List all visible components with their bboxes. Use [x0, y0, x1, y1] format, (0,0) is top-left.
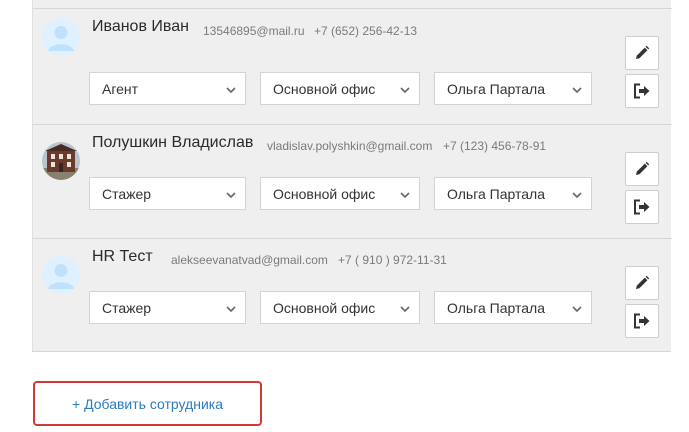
chevron-down-icon — [399, 188, 411, 204]
employee-phone: +7 ( 910 ) 972-11-31 — [338, 253, 447, 267]
role-select-value: Стажер — [102, 186, 152, 202]
role-select-value: Агент — [102, 81, 139, 97]
chevron-down-icon — [225, 302, 237, 318]
role-select[interactable]: Стажер — [89, 291, 246, 324]
office-select[interactable]: Основной офис — [260, 72, 420, 105]
chevron-down-icon — [571, 188, 583, 204]
employee-name: HR Тест — [92, 248, 153, 265]
role-select[interactable]: Стажер — [89, 177, 246, 210]
sign-out-icon — [634, 313, 650, 329]
office-select-value: Основной офис — [273, 186, 376, 202]
pencil-icon — [636, 161, 650, 175]
manager-select-value: Ольга Партала — [447, 300, 545, 316]
chevron-down-icon — [399, 302, 411, 318]
sign-out-icon — [634, 83, 650, 99]
office-select[interactable]: Основной офис — [260, 291, 420, 324]
employee-row: Иванов Иван 13546895@mail.ru +7 (652) 25… — [33, 0, 672, 110]
chevron-down-icon — [225, 83, 237, 99]
manager-select[interactable]: Ольга Партала — [434, 72, 592, 105]
sign-out-icon — [634, 199, 650, 215]
edit-button[interactable] — [625, 152, 659, 186]
chevron-down-icon — [225, 188, 237, 204]
avatar-placeholder-icon — [42, 256, 80, 294]
employee-email: 13546895@mail.ru — [203, 24, 305, 38]
add-employee-button[interactable]: + Добавить сотрудника — [33, 381, 262, 426]
employee-list: Иванов Иван 13546895@mail.ru +7 (652) 25… — [32, 0, 672, 352]
employee-name: Иванов Иван — [92, 18, 189, 35]
edit-button[interactable] — [625, 266, 659, 300]
manager-select-value: Ольга Партала — [447, 81, 545, 97]
dismiss-employee-button[interactable] — [625, 74, 659, 108]
office-select-value: Основной офис — [273, 81, 376, 97]
role-select-value: Стажер — [102, 300, 152, 316]
role-select[interactable]: Агент — [89, 72, 246, 105]
dismiss-employee-button[interactable] — [625, 190, 659, 224]
avatar-photo — [42, 142, 80, 180]
pencil-icon — [636, 275, 650, 289]
employee-name: Полушкин Владислав — [92, 134, 254, 151]
dismiss-employee-button[interactable] — [625, 304, 659, 338]
manager-select[interactable]: Ольга Партала — [434, 291, 592, 324]
employee-row: HR Тест alekseevanatvad@gmail.com +7 ( 9… — [33, 238, 672, 352]
chevron-down-icon — [571, 83, 583, 99]
employee-phone: +7 (652) 256-42-13 — [314, 24, 418, 38]
office-select-value: Основной офис — [273, 300, 376, 316]
edit-button[interactable] — [625, 36, 659, 70]
employee-phone: +7 (123) 456-78-91 — [443, 139, 547, 153]
manager-select[interactable]: Ольга Партала — [434, 177, 592, 210]
avatar-placeholder-icon — [42, 18, 80, 56]
manager-select-value: Ольга Партала — [447, 186, 545, 202]
employee-email: vladislav.polyshkin@gmail.com — [267, 139, 433, 153]
chevron-down-icon — [399, 83, 411, 99]
office-select[interactable]: Основной офис — [260, 177, 420, 210]
chevron-down-icon — [571, 302, 583, 318]
employee-email: alekseevanatvad@gmail.com — [171, 253, 328, 267]
list-divider — [32, 351, 671, 352]
employee-row: Полушкин Владислав vladislav.polyshkin@g… — [33, 124, 672, 238]
pencil-icon — [636, 45, 650, 59]
